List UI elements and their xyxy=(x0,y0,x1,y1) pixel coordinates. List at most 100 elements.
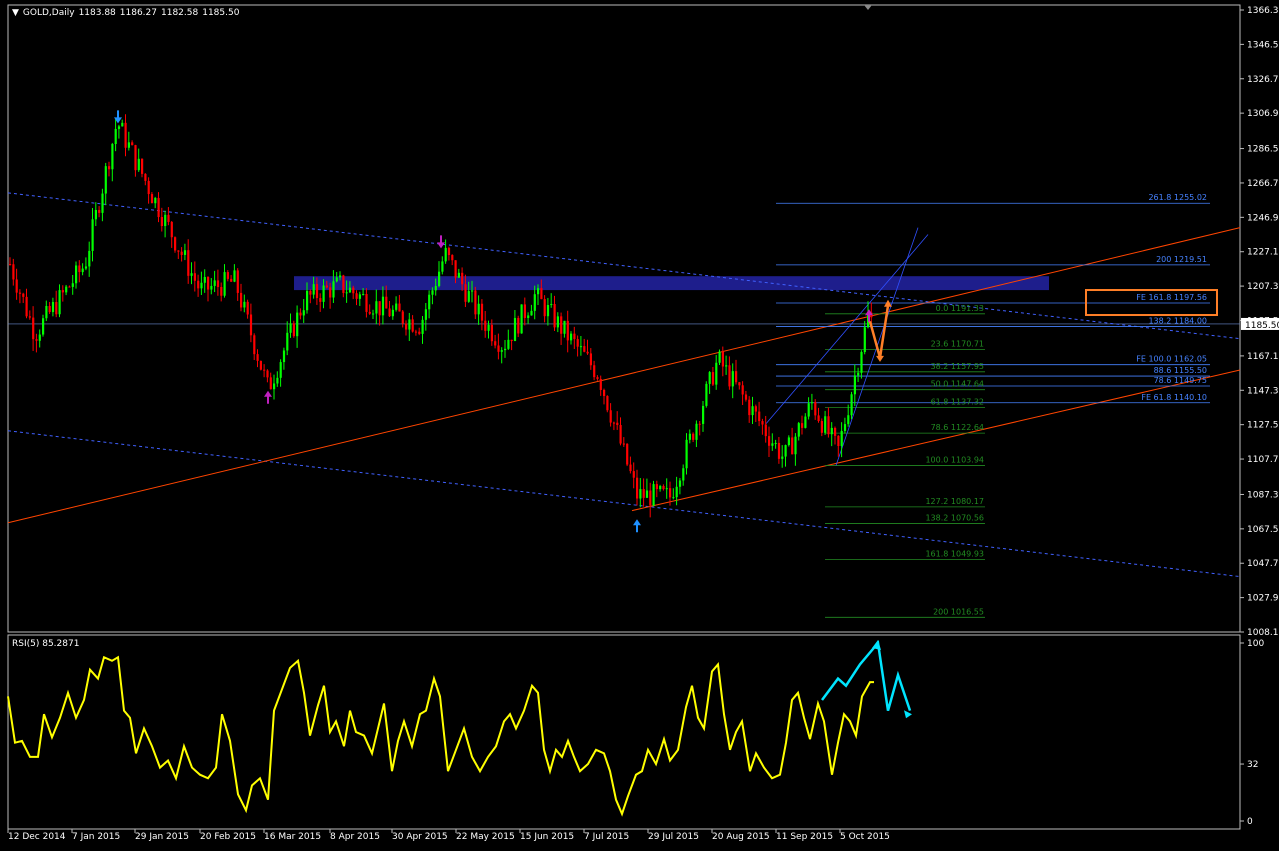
date-tick-label: 5 Oct 2015 xyxy=(840,832,890,842)
candle-body xyxy=(180,251,183,255)
candle-body xyxy=(378,301,381,316)
candle-body xyxy=(358,294,361,299)
candle-body xyxy=(685,439,688,469)
candle-body xyxy=(761,421,764,425)
candle-body xyxy=(711,372,715,385)
candle-body xyxy=(606,396,609,411)
candle-body xyxy=(263,369,266,371)
candle-body xyxy=(560,316,563,334)
candle-body xyxy=(447,247,451,256)
candle-body xyxy=(91,219,94,251)
candle-body xyxy=(348,287,352,293)
candle-body xyxy=(464,284,467,302)
chart-svg[interactable]: 1366.30 1346.50 1326.70 1306.90 1286.50 1266.… xyxy=(0,0,1279,851)
candle-body xyxy=(471,290,474,292)
chart-window[interactable]: 1366.30 1346.50 1326.70 1306.90 1286.50 1266.… xyxy=(0,0,1279,851)
candle-body xyxy=(233,270,236,282)
candle-body xyxy=(309,290,312,295)
candle-body xyxy=(75,265,78,284)
fib-expansion-label: 78.6 1149.75 xyxy=(1154,376,1207,385)
candle-body xyxy=(566,320,569,341)
rsi-line xyxy=(7,655,874,817)
candle-body xyxy=(682,468,685,481)
candle-body xyxy=(362,294,365,296)
candle-body xyxy=(784,445,787,457)
candle-body xyxy=(388,308,391,317)
candle-body xyxy=(527,315,530,318)
candle-body xyxy=(246,301,249,315)
candle-body xyxy=(207,277,210,290)
candle-body xyxy=(144,173,147,181)
candle-body xyxy=(249,314,253,336)
candle-body xyxy=(540,288,543,300)
projection-arrowhead-icon xyxy=(876,355,884,362)
candle-body xyxy=(461,272,464,285)
candle-body xyxy=(652,484,655,506)
candle-body xyxy=(32,317,35,340)
candle-body xyxy=(391,309,394,317)
date-tick-label: 11 Sep 2015 xyxy=(776,832,833,842)
candle-body xyxy=(771,443,774,446)
candle-body xyxy=(296,312,299,337)
rsi-pane-border xyxy=(7,634,1241,830)
price-tick-label: 1286.50 xyxy=(1247,145,1279,155)
candle-body xyxy=(688,433,691,440)
candle-body xyxy=(312,284,315,295)
chart-header: ▼ GOLD,Daily 1183.88 1186.27 1182.58 1185.50 xyxy=(12,8,243,18)
candle-body xyxy=(35,339,38,341)
candle-body xyxy=(12,264,15,280)
candle-body xyxy=(223,272,226,296)
candle-body xyxy=(487,324,490,331)
candle-body xyxy=(639,489,642,499)
candle-body xyxy=(754,406,757,412)
candle-body xyxy=(454,260,457,278)
price-tick-label: 1266.70 xyxy=(1247,179,1279,189)
candle-body xyxy=(718,351,721,363)
candle-body xyxy=(55,302,58,315)
candle-body xyxy=(860,352,863,373)
up-arrow-icon xyxy=(633,519,641,533)
candle-body xyxy=(398,303,401,312)
price-tick-label: 1067.50 xyxy=(1247,525,1279,535)
candle-body xyxy=(563,320,566,334)
candle-body xyxy=(735,371,738,383)
candle-body xyxy=(731,371,734,387)
candle-body xyxy=(88,250,91,267)
candle-body xyxy=(174,237,177,251)
candle-body xyxy=(863,327,866,353)
candle-body xyxy=(276,377,279,384)
date-tick-label: 22 May 2015 xyxy=(456,832,515,842)
candle-body xyxy=(777,442,781,459)
candle-body xyxy=(94,209,97,220)
dropdown-triangle-icon[interactable]: ▼ xyxy=(12,8,19,18)
candle-body xyxy=(556,316,559,328)
low-price: 1182.58 xyxy=(161,8,199,18)
candle-body xyxy=(200,282,203,289)
candle-body xyxy=(451,255,454,261)
price-tick-label: 1306.90 xyxy=(1247,109,1279,119)
price-tick-label: 1127.50 xyxy=(1247,421,1279,431)
candle-body xyxy=(81,268,84,273)
candle-body xyxy=(15,279,18,293)
candle-body xyxy=(434,286,437,291)
candle-body xyxy=(850,394,853,416)
candle-body xyxy=(306,290,309,311)
candle-body xyxy=(553,304,556,328)
candle-body xyxy=(124,122,127,148)
candle-body xyxy=(751,406,754,416)
candle-body xyxy=(428,294,431,310)
candle-body xyxy=(111,143,114,170)
price-tick-label: 1047.70 xyxy=(1247,559,1279,569)
candle-body xyxy=(395,303,398,310)
candle-body xyxy=(68,286,71,288)
candle-body xyxy=(108,166,111,170)
candle-body xyxy=(71,283,74,287)
price-tick-label: 1227.10 xyxy=(1247,248,1279,258)
candle-body xyxy=(583,346,586,352)
candle-body xyxy=(837,435,840,447)
candle-body xyxy=(801,423,804,428)
candle-body xyxy=(609,410,612,423)
price-tick-label: 1326.70 xyxy=(1247,75,1279,85)
candle-body xyxy=(197,280,200,289)
candle-body xyxy=(573,333,576,340)
